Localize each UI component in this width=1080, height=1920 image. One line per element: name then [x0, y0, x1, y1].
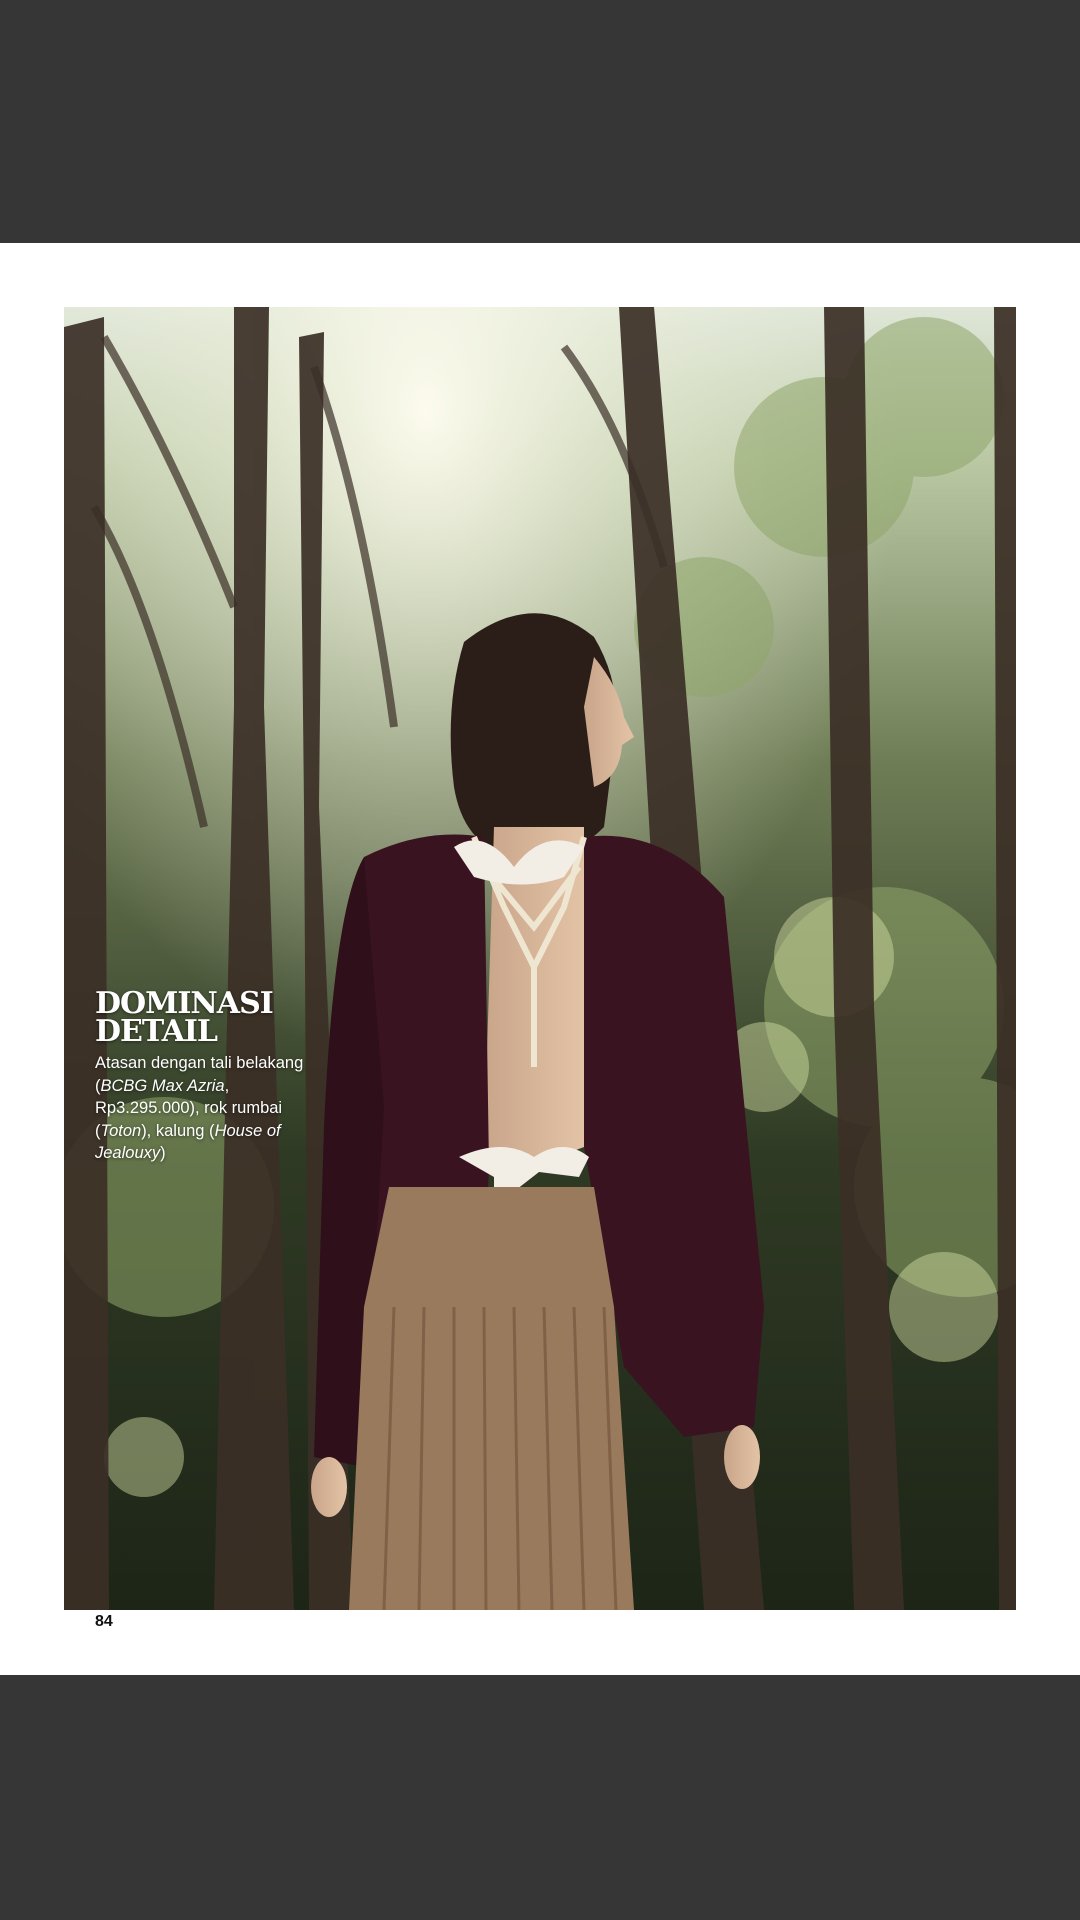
caption-segment: Toton	[100, 1121, 142, 1140]
fashion-photo: DOMINASI DETAIL Atasan dengan tali belak…	[64, 307, 1016, 1610]
caption-body: Atasan dengan tali belakang (BCBG Max Az…	[95, 1052, 305, 1165]
caption-title: DOMINASI DETAIL	[95, 986, 274, 1049]
forest-scene-illustration	[64, 307, 1016, 1610]
caption-segment: BCBG Max Azria	[100, 1076, 225, 1095]
page-number: 84	[95, 1613, 113, 1630]
caption-segment: ), kalung (	[141, 1121, 215, 1140]
caption-block: DOMINASI DETAIL Atasan dengan tali belak…	[95, 986, 305, 1165]
caption-segment: )	[160, 1144, 166, 1162]
magazine-page: DOMINASI DETAIL Atasan dengan tali belak…	[0, 243, 1080, 1675]
